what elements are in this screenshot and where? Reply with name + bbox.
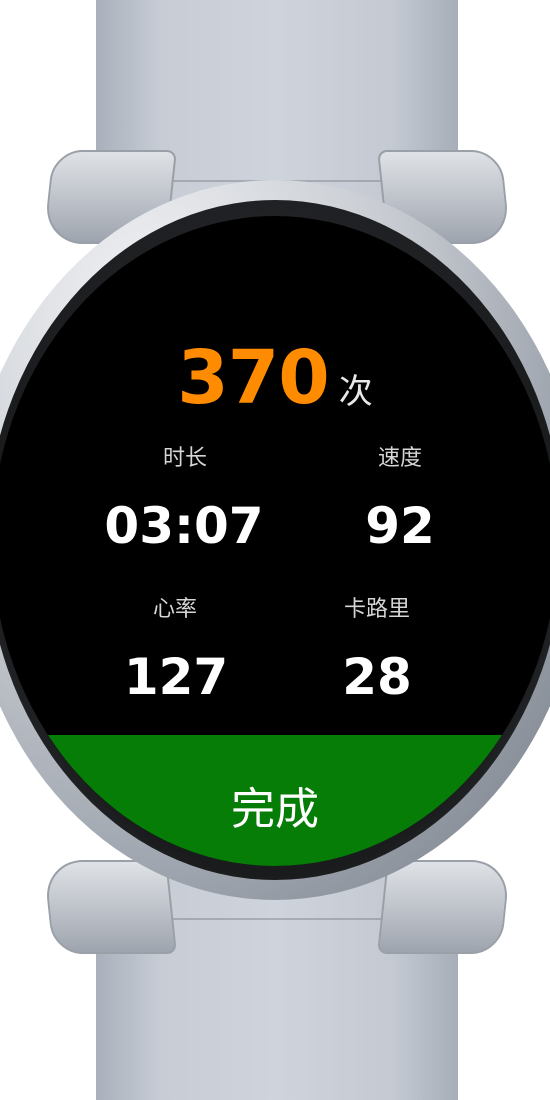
- done-button-label: 完成: [231, 784, 319, 835]
- done-button[interactable]: 完成: [0, 735, 550, 865]
- smartwatch-mockup: 370 次 时长 速度 03:07 92 心率 卡路里 127 28 完成: [0, 0, 550, 1100]
- watch-lug: [43, 860, 177, 954]
- watch-lug: [377, 860, 511, 954]
